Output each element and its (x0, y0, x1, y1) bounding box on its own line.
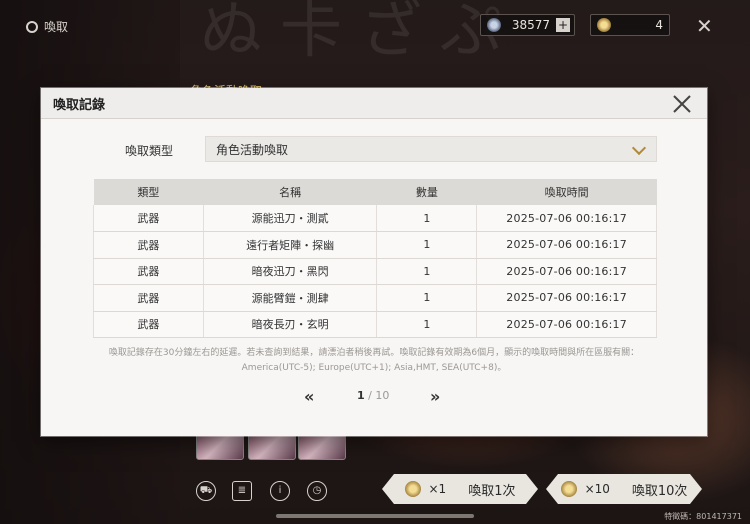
cell-name: 遠行者矩陣・探幽 (202, 231, 378, 259)
pagination: « 1 / 10 » (41, 386, 707, 406)
dialog-header: 喚取記錄 (41, 88, 707, 119)
currency-tide: 4 (590, 14, 670, 36)
cell-type: 武器 (93, 231, 204, 259)
list-icon[interactable]: ≣ (232, 481, 252, 501)
cell-type: 武器 (93, 311, 204, 338)
info-icon[interactable]: i (270, 481, 290, 501)
home-indicator[interactable] (276, 514, 474, 518)
table-row: 武器 源能迅刀・測貳 1 2025-07-06 00:16:17 (93, 205, 657, 232)
dialog-title: 喚取記錄 (53, 97, 106, 113)
table-row: 武器 暗夜長刃・玄明 1 2025-07-06 00:16:17 (93, 311, 657, 338)
coin-icon (405, 481, 421, 497)
delay-note-line-1: 喚取記錄存在30分鐘左右的延遲。若未查詢到結果，請漂泊者稍後再試。喚取記錄有效期… (108, 348, 640, 358)
close-icon[interactable]: ✕ (696, 14, 713, 38)
table-row: 武器 遠行者矩陣・探幽 1 2025-07-06 00:16:17 (93, 231, 657, 259)
delay-note: 喚取記錄存在30分鐘左右的延遲。若未查詢到結果，請漂泊者稍後再試。喚取記錄有效期… (81, 346, 667, 376)
chevron-down-icon (631, 140, 647, 156)
history-icon[interactable]: ◷ (307, 481, 327, 501)
cell-time: 2025-07-06 00:16:17 (476, 258, 657, 285)
current-page: 1 (357, 389, 365, 402)
cell-time: 2025-07-06 00:16:17 (476, 231, 657, 259)
cell-type: 武器 (93, 258, 204, 285)
column-header-type: 類型 (93, 179, 204, 205)
uid-label: 特徵碼：801417371 (664, 512, 742, 521)
close-icon[interactable] (671, 93, 693, 115)
coin-icon (597, 18, 611, 32)
pull-ten-label: 喚取10次 (631, 483, 688, 499)
currency-astrite-value: 38577 (511, 18, 550, 32)
cell-name: 源能迅刀・測貳 (202, 205, 378, 232)
convene-type-value: 角色活動喚取 (216, 142, 289, 157)
cell-time: 2025-07-06 00:16:17 (476, 311, 657, 338)
shop-icon[interactable]: ⛟ (196, 481, 216, 501)
next-page-button[interactable]: » (430, 387, 440, 406)
cell-qty: 1 (376, 311, 478, 338)
cell-time: 2025-07-06 00:16:17 (476, 205, 657, 232)
table-header-row: 類型 名稱 數量 喚取時間 (93, 179, 657, 205)
prev-page-button[interactable]: « (304, 387, 314, 406)
cell-qty: 1 (376, 258, 478, 285)
total-pages: / 10 (364, 389, 390, 402)
star-currency-icon (487, 18, 501, 32)
top-left-title[interactable]: 喚取 (26, 18, 68, 35)
pull-once-label: 喚取1次 (468, 483, 516, 499)
column-header-name: 名稱 (203, 179, 377, 205)
column-header-qty: 數量 (376, 179, 477, 205)
top-left-label: 喚取 (44, 20, 69, 34)
table-row: 武器 暗夜迅刀・黑閃 1 2025-07-06 00:16:17 (93, 258, 657, 285)
pull-once-count: ×1 (428, 482, 447, 496)
column-header-time: 喚取時間 (476, 179, 657, 205)
gear-icon (26, 20, 38, 33)
convene-type-label: 喚取類型 (125, 144, 174, 158)
delay-note-line-2: America(UTC-5); Europe(UTC+1); Asia,HMT,… (241, 363, 507, 373)
cell-name: 暗夜迅刀・黑閃 (202, 258, 378, 285)
convene-type-row: 喚取類型 角色活動喚取 (41, 136, 707, 164)
pull-once-button[interactable]: ×1 喚取1次 (382, 474, 538, 504)
cell-type: 武器 (93, 284, 204, 312)
cell-time: 2025-07-06 00:16:17 (476, 284, 657, 312)
plus-icon[interactable]: + (556, 18, 570, 32)
page-indicator: 1 / 10 (357, 389, 389, 402)
convene-history-dialog: 喚取記錄 喚取類型 角色活動喚取 類型 名稱 數量 喚取時間 武器 源能迅刀・測… (41, 88, 707, 436)
history-table: 類型 名稱 數量 喚取時間 武器 源能迅刀・測貳 1 2025-07-06 00… (93, 179, 657, 338)
currency-tide-value: 4 (655, 18, 663, 32)
cell-qty: 1 (376, 284, 478, 312)
coin-icon (561, 481, 577, 497)
table-row: 武器 源能臂鎧・測肆 1 2025-07-06 00:16:17 (93, 284, 657, 312)
pull-ten-button[interactable]: ×10 喚取10次 (546, 474, 702, 504)
cell-qty: 1 (376, 231, 478, 259)
convene-type-select[interactable]: 角色活動喚取 (205, 136, 657, 162)
cell-qty: 1 (376, 205, 478, 232)
cell-name: 源能臂鎧・測肆 (202, 284, 378, 312)
cell-name: 暗夜長刃・玄明 (202, 311, 378, 338)
cell-type: 武器 (93, 205, 204, 232)
currency-astrite: 38577 + (480, 14, 575, 36)
pull-ten-count: ×10 (584, 482, 610, 496)
